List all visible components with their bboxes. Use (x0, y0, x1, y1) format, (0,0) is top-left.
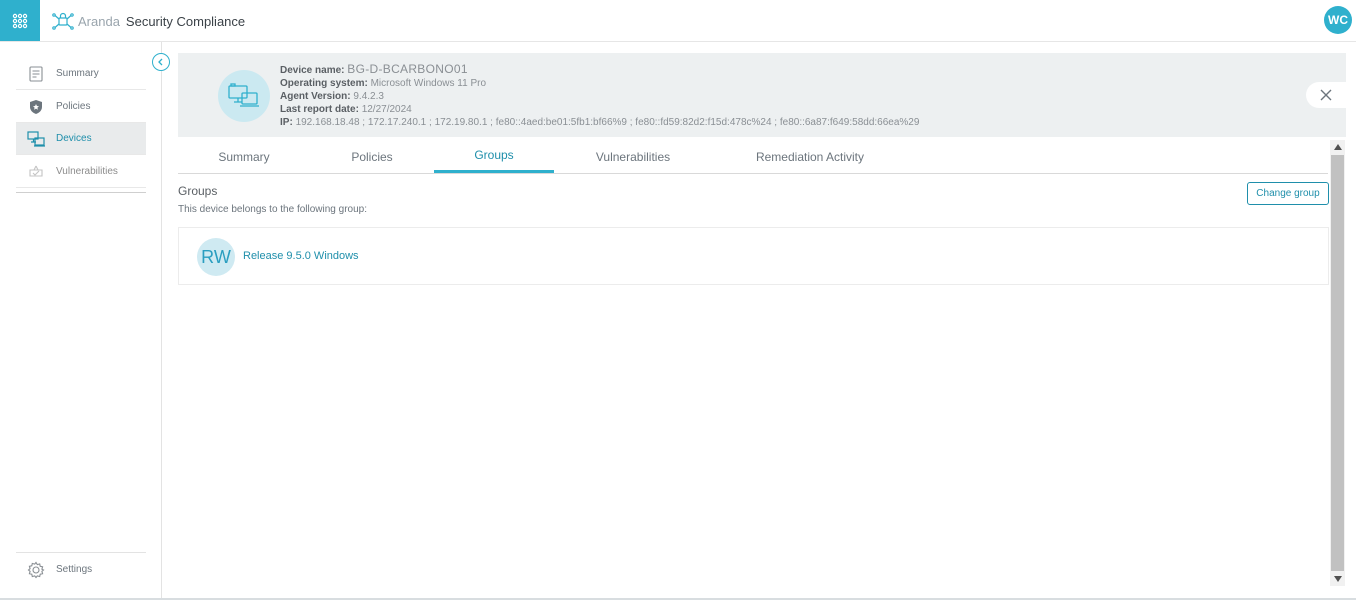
agent-value: 9.4.2.3 (353, 91, 384, 102)
tab-summary[interactable]: Summary (178, 140, 310, 173)
report-value: 12/27/2024 (361, 104, 412, 115)
collapse-sidebar-button[interactable] (152, 53, 170, 71)
report-row: Last report date: 12/27/2024 (280, 103, 919, 116)
os-value: Microsoft Windows 11 Pro (370, 78, 486, 89)
sidebar-item-label: Vulnerabilities (56, 166, 118, 177)
close-button[interactable] (1306, 82, 1346, 108)
report-label: Last report date: (280, 104, 359, 115)
grid-icon (12, 13, 28, 28)
os-row: Operating system: Microsoft Windows 11 P… (280, 77, 919, 90)
security-logo-icon (52, 12, 74, 30)
agent-row: Agent Version: 9.4.2.3 (280, 90, 919, 103)
summary-icon (16, 65, 56, 82)
list-item: RW Release 9.5.0 Windows (178, 227, 1329, 285)
brand-product: Security Compliance (125, 13, 246, 29)
settings-label: Settings (56, 564, 93, 575)
sidebar-item-label: Policies (56, 101, 91, 112)
chevron-left-icon (158, 58, 163, 66)
sidebar: Summary Policies Devices Vulnerabilities… (0, 42, 162, 598)
app-launcher-button[interactable] (0, 0, 40, 41)
triangle-down-icon (1333, 576, 1342, 582)
device-info: Device name: BG-D-BCARBONO01 Operating s… (280, 63, 919, 129)
device-name: BG-D-BCARBONO01 (347, 62, 468, 76)
ip-value: 192.168.18.48 ; 172.17.240.1 ; 172.19.80… (295, 117, 920, 128)
sidebar-item-devices[interactable]: Devices (16, 123, 146, 155)
tab-vulnerabilities[interactable]: Vulnerabilities (554, 140, 712, 173)
tab-policies[interactable]: Policies (310, 140, 434, 173)
groups-title: Groups (178, 184, 218, 198)
agent-label: Agent Version: (280, 91, 351, 102)
scroll-up-button[interactable] (1330, 140, 1345, 154)
brand-name: Aranda (78, 13, 120, 29)
bottom-divider (0, 598, 1356, 600)
close-icon (1320, 89, 1332, 101)
tab-groups[interactable]: Groups (434, 140, 554, 173)
devices-icon (16, 130, 56, 147)
sidebar-item-summary[interactable]: Summary (16, 58, 146, 90)
shield-icon (16, 99, 56, 115)
group-avatar: RW (197, 238, 235, 276)
scroll-down-button[interactable] (1330, 572, 1345, 586)
gear-icon (16, 561, 56, 579)
os-label: Operating system: (280, 78, 368, 89)
sidebar-item-label: Summary (56, 68, 99, 79)
groups-subtitle: This device belongs to the following gro… (178, 204, 368, 215)
tab-remediation-activity[interactable]: Remediation Activity (712, 140, 908, 173)
brand-logo: Aranda Security Compliance (52, 10, 245, 32)
sidebar-divider (16, 192, 146, 193)
group-name-link[interactable]: Release 9.5.0 Windows (243, 250, 359, 262)
triangle-up-icon (1333, 144, 1342, 150)
change-group-button[interactable]: Change group (1247, 182, 1329, 205)
devices-icon (228, 83, 259, 107)
sidebar-item-policies[interactable]: Policies (16, 91, 146, 123)
sidebar-item-settings[interactable]: Settings (16, 552, 146, 586)
vulnerability-icon (16, 164, 56, 180)
sidebar-item-label: Devices (56, 133, 92, 144)
device-name-label: Device name: (280, 65, 345, 76)
scroll-thumb[interactable] (1331, 155, 1344, 571)
device-name-row: Device name: BG-D-BCARBONO01 (280, 63, 919, 77)
tab-bar: Summary Policies Groups Vulnerabilities … (178, 140, 1328, 174)
ip-row: IP: 192.168.18.48 ; 172.17.240.1 ; 172.1… (280, 116, 919, 129)
sidebar-item-vulnerabilities[interactable]: Vulnerabilities (16, 156, 146, 188)
device-avatar (218, 70, 270, 122)
scrollbar[interactable] (1330, 140, 1345, 586)
user-avatar[interactable]: WC (1324, 6, 1352, 34)
top-bar: Aranda Security Compliance WC (0, 0, 1356, 42)
ip-label: IP: (280, 117, 293, 128)
device-header: Device name: BG-D-BCARBONO01 Operating s… (178, 53, 1346, 137)
